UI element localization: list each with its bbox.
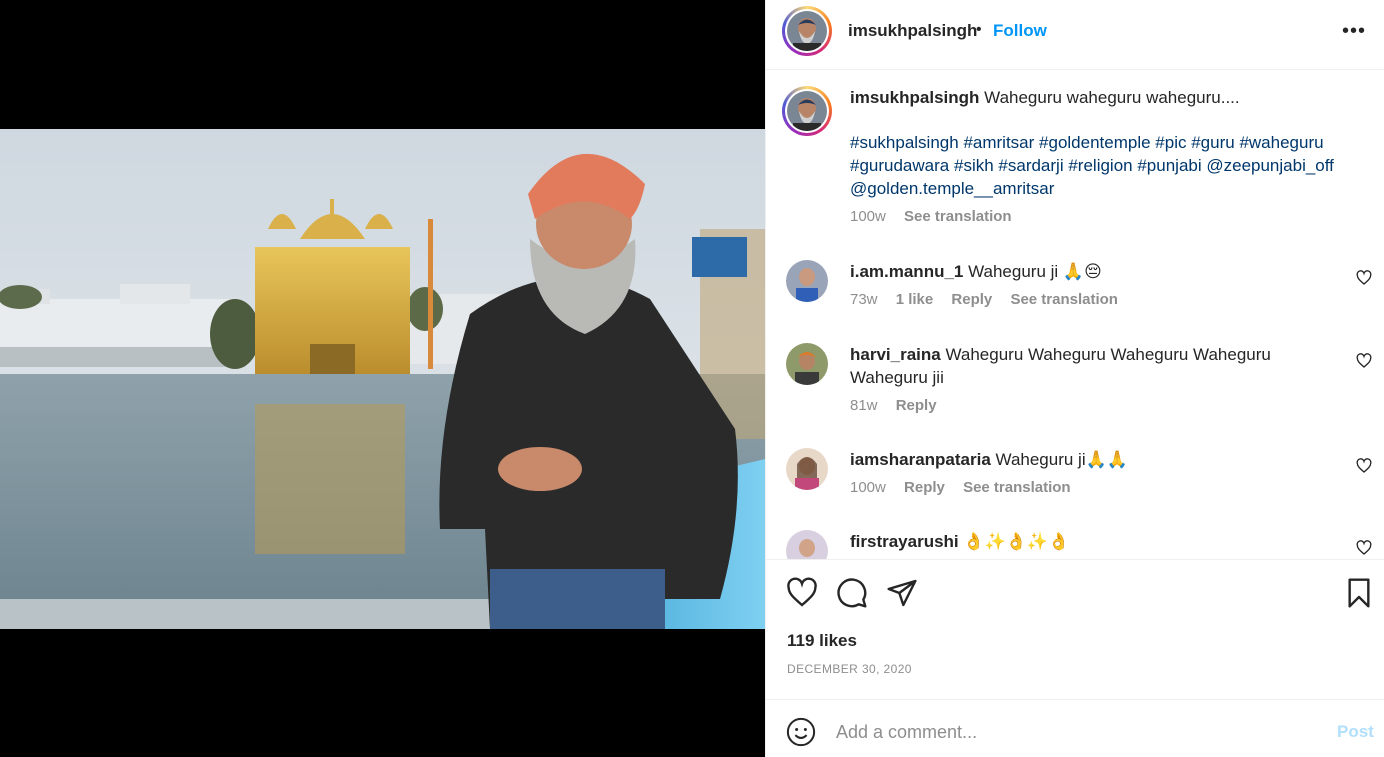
hashtag-link[interactable]: #pic — [1155, 133, 1186, 152]
see-translation-button[interactable]: See translation — [904, 208, 1012, 225]
hashtag-link[interactable]: #gurudawara — [850, 156, 949, 175]
reply-button[interactable]: Reply — [951, 291, 992, 308]
commenter-avatar[interactable] — [786, 448, 828, 490]
comment-input[interactable] — [836, 712, 1316, 752]
like-comment-heart-icon[interactable] — [1356, 353, 1372, 369]
hashtag-link[interactable]: #goldentemple — [1039, 133, 1151, 152]
save-bookmark-icon[interactable] — [1343, 577, 1375, 609]
hashtag-link[interactable]: #guru — [1191, 133, 1234, 152]
hashtag-link[interactable]: #sikh — [954, 156, 994, 175]
hashtag-link[interactable]: #sukhpalsingh — [850, 133, 959, 152]
hashtag-link[interactable]: #amritsar — [963, 133, 1034, 152]
caption-hashtags: #sukhpalsingh #amritsar #goldentemple #p… — [850, 131, 1370, 200]
post-header: imsukhpalsingh • Follow ••• — [766, 0, 1384, 70]
add-comment-bar: Post — [766, 699, 1384, 757]
post-actions: 119 likes DECEMBER 30, 2020 — [766, 559, 1384, 699]
post-photo-illustration — [0, 129, 765, 629]
author-avatar[interactable] — [782, 6, 832, 56]
commenter-avatar[interactable] — [786, 530, 828, 559]
more-options-icon[interactable]: ••• — [1342, 20, 1366, 43]
comment-meta: 73w 1 like Reply See translation — [850, 288, 1290, 311]
post-photo[interactable] — [0, 129, 765, 629]
commenter-username[interactable]: i.am.mannu_1 — [850, 262, 963, 281]
likes-count[interactable]: 119 likes — [787, 631, 857, 651]
like-comment-heart-icon[interactable] — [1356, 540, 1372, 556]
commenter-username[interactable]: iamsharanpataria — [850, 450, 991, 469]
comment-text: 👌✨👌✨👌 — [963, 532, 1070, 551]
post-date[interactable]: DECEMBER 30, 2020 — [787, 662, 912, 676]
follow-button[interactable]: Follow — [993, 21, 1047, 41]
comment-timestamp[interactable]: 100w — [850, 479, 886, 496]
comment-meta: 100w Reply See translation — [850, 476, 1290, 499]
caption-avatar-image — [787, 91, 827, 131]
comment-bubble-icon[interactable] — [836, 577, 868, 609]
comment-text: Waheguru ji🙏🙏 — [995, 450, 1128, 469]
share-paper-plane-icon[interactable] — [886, 577, 918, 609]
commenter-avatar[interactable] — [786, 343, 828, 385]
post-comment-button[interactable]: Post — [1337, 722, 1374, 742]
reply-button[interactable]: Reply — [896, 397, 937, 414]
commenter-avatar[interactable] — [786, 260, 828, 302]
comment-timestamp[interactable]: 81w — [850, 397, 878, 414]
comment-timestamp[interactable]: 73w — [850, 291, 878, 308]
caption-text: Waheguru waheguru waheguru.... — [984, 88, 1240, 107]
caption-timestamp[interactable]: 100w — [850, 208, 886, 225]
caption-author-avatar[interactable] — [782, 86, 832, 136]
emoji-smiley-icon[interactable] — [786, 717, 816, 747]
see-translation-button[interactable]: See translation — [963, 479, 1071, 496]
comment-likes-count[interactable]: 1 like — [896, 291, 934, 308]
reply-button[interactable]: Reply — [904, 479, 945, 496]
comment-text: Waheguru ji 🙏😔 — [968, 262, 1102, 281]
caption-username[interactable]: imsukhpalsingh — [850, 88, 979, 107]
author-avatar-image — [787, 11, 827, 51]
like-comment-heart-icon[interactable] — [1356, 270, 1372, 286]
hashtag-link[interactable]: #religion — [1068, 156, 1132, 175]
hashtag-link[interactable]: #punjabi — [1137, 156, 1201, 175]
see-translation-button[interactable]: See translation — [1010, 291, 1118, 308]
like-heart-icon[interactable] — [786, 577, 818, 609]
comment-meta: 81w Reply — [850, 394, 1290, 417]
hashtag-link[interactable]: #sardarji — [998, 156, 1063, 175]
hashtag-link[interactable]: #waheguru — [1239, 133, 1323, 152]
author-username[interactable]: imsukhpalsingh — [848, 21, 977, 41]
header-separator: • — [976, 21, 982, 38]
mention-link[interactable]: @zeepunjabi_off — [1206, 156, 1334, 175]
like-comment-heart-icon[interactable] — [1356, 458, 1372, 474]
commenter-username[interactable]: harvi_raina — [850, 345, 941, 364]
post-side-pane: imsukhpalsingh • Follow ••• imsukhpalsin… — [765, 0, 1384, 757]
commenter-username[interactable]: firstrayarushi — [850, 532, 959, 551]
mention-link[interactable]: @golden.temple__amritsar — [850, 179, 1054, 198]
caption-meta: 100w See translation — [850, 205, 1370, 228]
post-media-pane — [0, 0, 765, 757]
comments-list[interactable]: imsukhpalsingh Waheguru waheguru wahegur… — [766, 70, 1384, 559]
